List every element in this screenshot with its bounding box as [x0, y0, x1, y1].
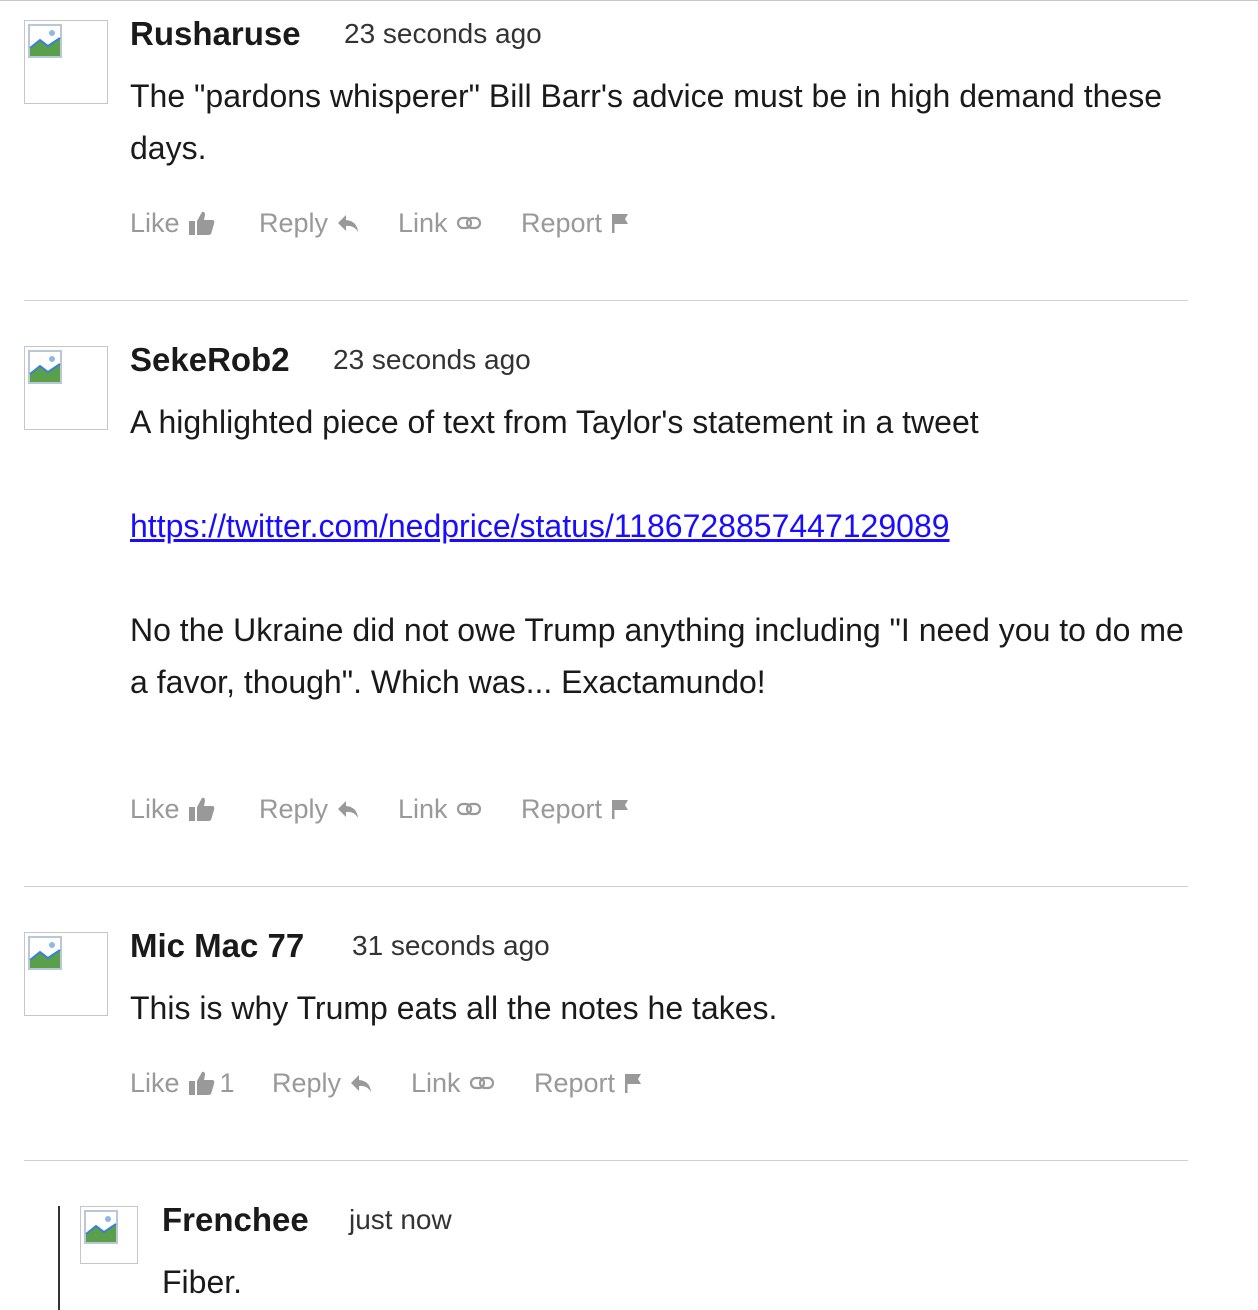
comment-timestamp[interactable]: just now [349, 1200, 452, 1240]
broken-image-icon [28, 350, 62, 384]
report-button[interactable]: Report [534, 1063, 643, 1103]
avatar[interactable] [24, 20, 108, 104]
comment-paragraph: The "pardons whisperer" Bill Barr's advi… [130, 78, 1163, 166]
like-button[interactable]: Like [130, 203, 220, 243]
like-button[interactable]: Like [130, 789, 220, 829]
comment-paragraph: No the Ukraine did not owe Trump anythin… [130, 612, 1184, 700]
chain-link-icon [469, 1076, 494, 1090]
comment-timestamp[interactable]: 31 seconds ago [352, 926, 550, 966]
reply-label: Reply [259, 208, 329, 238]
comment-timestamp[interactable]: 23 seconds ago [344, 14, 542, 54]
link-label: Link [411, 1068, 461, 1098]
chain-link-icon [456, 802, 481, 816]
report-label: Report [521, 208, 603, 238]
comment-timestamp[interactable]: 23 seconds ago [333, 340, 531, 380]
report-button[interactable]: Report [521, 789, 630, 829]
comment-paragraph: Fiber. [162, 1264, 243, 1300]
comment-divider [24, 886, 1188, 887]
broken-image-icon [28, 936, 62, 970]
reply-arrow-icon [338, 801, 359, 818]
flag-icon [612, 800, 629, 819]
comment-paragraph: A highlighted piece of text from Taylor'… [130, 404, 979, 440]
link-button[interactable]: Link [411, 1063, 495, 1103]
comment-author[interactable]: Frenchee [162, 1200, 309, 1240]
comment-body: A highlighted piece of text from Taylor'… [130, 396, 1190, 708]
reply-arrow-icon [351, 1075, 372, 1092]
flag-icon [612, 214, 629, 233]
reply-button[interactable]: Reply [259, 203, 360, 243]
comment-paragraph: This is why Trump eats all the notes he … [130, 990, 778, 1026]
like-count: 1 [219, 1068, 235, 1098]
comment-divider [24, 300, 1188, 301]
comment-author[interactable]: Rusharuse [130, 14, 301, 54]
comment-body: The "pardons whisperer" Bill Barr's advi… [130, 70, 1190, 174]
like-label: Like [130, 208, 180, 238]
reply-thread-bar [58, 1206, 60, 1310]
avatar[interactable] [80, 1206, 138, 1264]
chain-link-icon [456, 216, 481, 230]
comment-body: This is why Trump eats all the notes he … [130, 982, 1190, 1034]
flag-icon [625, 1074, 642, 1093]
link-button[interactable]: Link [398, 789, 482, 829]
broken-image-icon [28, 24, 62, 58]
reply-button[interactable]: Reply [272, 1063, 373, 1103]
like-label: Like [130, 794, 180, 824]
broken-image-icon [84, 1210, 118, 1244]
link-label: Link [398, 208, 448, 238]
thumbs-up-icon [188, 211, 214, 235]
top-divider [0, 0, 1258, 1]
reply-label: Reply [272, 1068, 342, 1098]
like-button[interactable]: Like 1 [130, 1063, 235, 1103]
reply-label: Reply [259, 794, 329, 824]
comment-divider [24, 1160, 1188, 1161]
report-label: Report [534, 1068, 616, 1098]
thumbs-up-icon [188, 797, 214, 821]
report-button[interactable]: Report [521, 203, 630, 243]
link-button[interactable]: Link [398, 203, 482, 243]
avatar[interactable] [24, 932, 108, 1016]
comment-author[interactable]: Mic Mac 77 [130, 926, 304, 966]
comment-author[interactable]: SekeRob2 [130, 340, 290, 380]
like-label: Like [130, 1068, 180, 1098]
thumbs-up-icon [188, 1071, 214, 1095]
link-label: Link [398, 794, 448, 824]
comment-body: Fiber. [162, 1256, 1222, 1308]
tweet-link[interactable]: https://twitter.com/nedprice/status/1186… [130, 508, 950, 544]
report-label: Report [521, 794, 603, 824]
reply-button[interactable]: Reply [259, 789, 360, 829]
reply-arrow-icon [338, 215, 359, 232]
avatar[interactable] [24, 346, 108, 430]
